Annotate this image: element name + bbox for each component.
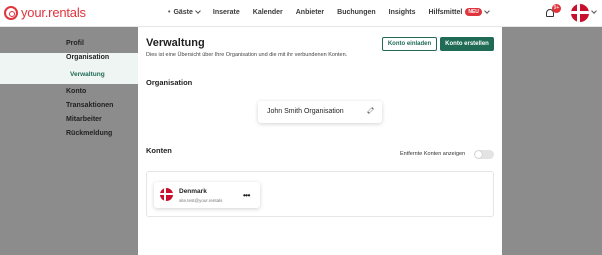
account-card[interactable]: Denmark site.test@your.rentals ••• (154, 182, 260, 208)
nav-item-insights[interactable]: Insights (389, 9, 416, 16)
nav-label: Kalender (252, 8, 283, 16)
account-url: site.test@your.rentals (179, 198, 223, 203)
dot-icon: • (168, 8, 171, 16)
top-navigation: your.rentals • Gäste Inserate Kalender A… (0, 0, 602, 27)
nav-label: Insights (388, 8, 416, 16)
organisation-name: John Smith Organisation (267, 108, 344, 115)
nav-item-gaeste[interactable]: • Gäste (168, 8, 201, 16)
sidebar-item-organisation[interactable]: Organisation (66, 54, 109, 61)
chevron-down-icon (484, 8, 490, 14)
brand-logo[interactable]: your.rentals (4, 5, 86, 20)
nav-item-inserate[interactable]: Inserate (213, 9, 240, 16)
organisation-heading: Organisation (146, 78, 193, 87)
nav-label: Anbieter (295, 8, 325, 16)
chevron-down-icon[interactable] (591, 8, 597, 14)
nav-item-buchungen[interactable]: Buchungen (337, 9, 376, 16)
sidebar-item-mitarbeiter[interactable]: Mitarbeiter (66, 116, 102, 123)
create-account-button[interactable]: Konto erstellen (440, 37, 494, 51)
chevron-down-icon (195, 8, 201, 14)
pencil-icon[interactable] (367, 107, 374, 114)
brand-name: your.rentals (21, 5, 86, 20)
sidebar-item-transaktionen[interactable]: Transaktionen (66, 102, 113, 109)
sidebar-item-konto[interactable]: Konto (66, 88, 86, 95)
nav-label: Gäste (173, 8, 193, 16)
modal-subtitle: Dies ist eine Übersicht über Ihre Organi… (146, 52, 348, 58)
nav-item-kalender[interactable]: Kalender (253, 9, 283, 16)
organisation-card: John Smith Organisation (258, 101, 382, 123)
accounts-list: Denmark site.test@your.rentals ••• (146, 171, 494, 217)
new-badge: NEU (465, 8, 482, 16)
notification-count: 9+ (552, 4, 561, 13)
sidebar-item-verwaltung[interactable]: Verwaltung (70, 71, 105, 78)
management-modal: Verwaltung Dies ist eine Übersicht über … (138, 27, 502, 255)
nav-label: Buchungen (337, 8, 376, 16)
denmark-flag-icon (160, 188, 173, 201)
nav-label: Inserate (212, 8, 240, 16)
nav-item-anbieter[interactable]: Anbieter (296, 9, 324, 16)
logo-icon (4, 5, 18, 20)
main-nav: • Gäste Inserate Kalender Anbieter Buchu… (168, 8, 490, 16)
show-removed-accounts-label: Entfernte Konten anzeigen (400, 151, 466, 157)
invite-account-button[interactable]: Konto einladen (382, 37, 437, 51)
more-options-icon[interactable]: ••• (243, 191, 250, 200)
show-removed-accounts-toggle[interactable] (474, 150, 494, 159)
accounts-heading: Konten (146, 146, 172, 155)
denmark-flag-icon[interactable] (571, 4, 589, 22)
modal-title: Verwaltung (146, 37, 205, 49)
nav-item-hilfsmittel[interactable]: Hilfsmittel NEU (428, 8, 490, 16)
sidebar-item-rueckmeldung[interactable]: Rückmeldung (66, 130, 112, 137)
nav-label: Hilfsmittel (428, 8, 463, 16)
sidebar-item-profil[interactable]: Profil (66, 40, 84, 47)
account-name: Denmark (179, 188, 207, 195)
